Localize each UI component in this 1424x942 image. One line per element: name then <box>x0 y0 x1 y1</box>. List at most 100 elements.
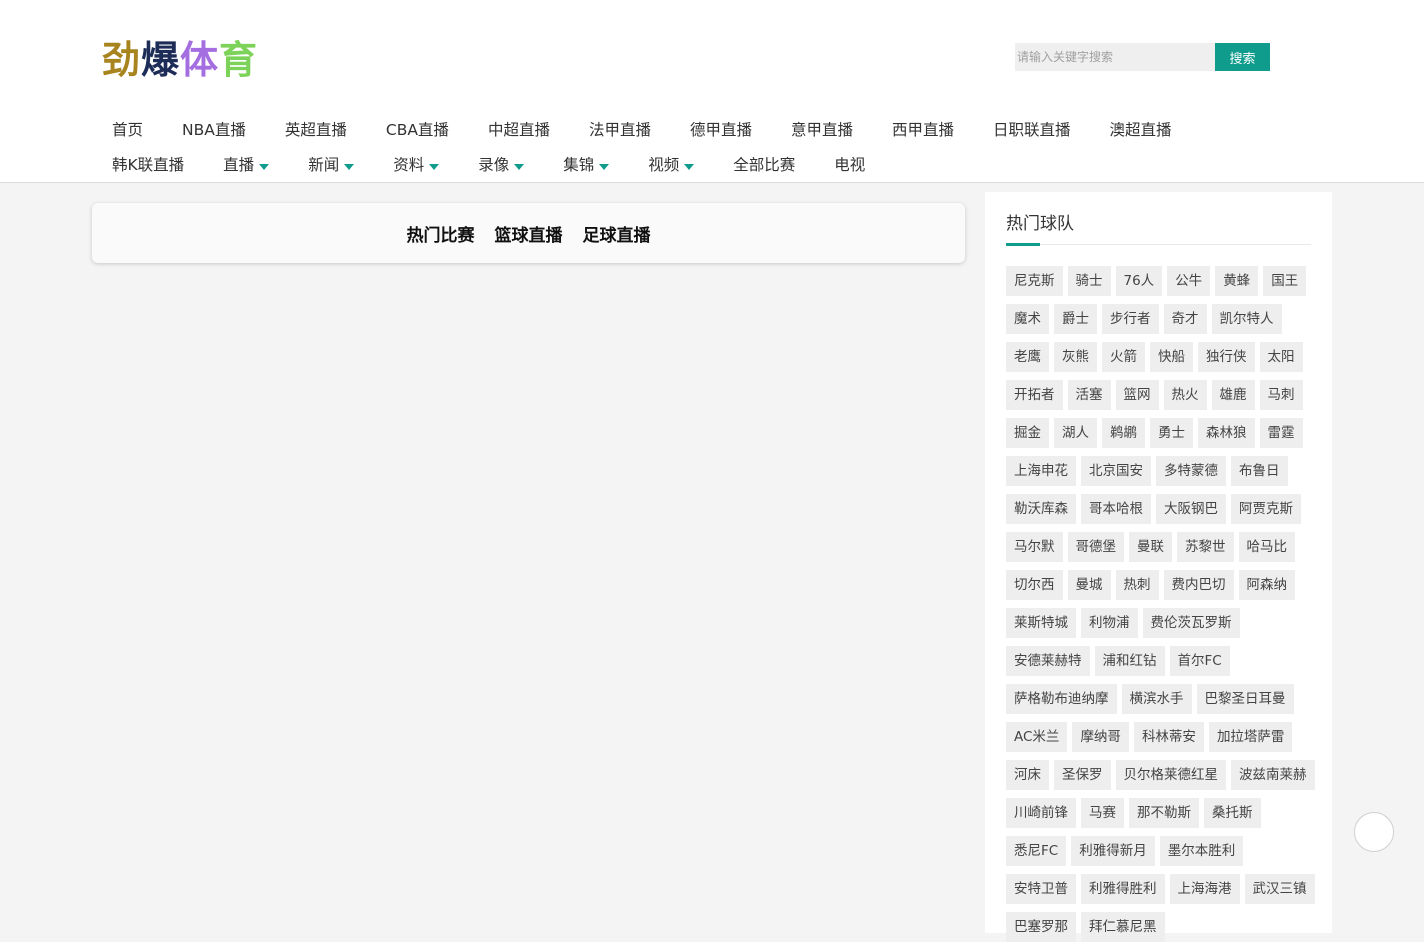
team-tag[interactable]: 哥本哈根 <box>1081 494 1151 524</box>
team-tag[interactable]: 太阳 <box>1259 342 1303 372</box>
team-tag[interactable]: 苏黎世 <box>1177 532 1234 562</box>
team-tag[interactable]: 尼克斯 <box>1006 266 1063 296</box>
team-tag[interactable]: 阿森纳 <box>1238 570 1295 600</box>
team-tag[interactable]: 鹈鹕 <box>1102 418 1145 448</box>
team-tag[interactable]: 老鹰 <box>1006 342 1049 372</box>
tab-hot-matches[interactable]: 热门比赛 <box>407 221 475 246</box>
team-tag[interactable]: 那不勒斯 <box>1129 798 1199 828</box>
nav-item[interactable]: CBA直播 <box>376 119 459 141</box>
nav-item[interactable]: 西甲直播 <box>882 119 964 141</box>
team-tag[interactable]: 墨尔本胜利 <box>1159 836 1244 866</box>
team-tag[interactable]: 利物浦 <box>1081 608 1138 638</box>
team-tag[interactable]: 凯尔特人 <box>1211 304 1282 334</box>
tab-basketball-live[interactable]: 篮球直播 <box>495 221 563 246</box>
nav-item[interactable]: 资料 <box>383 154 449 176</box>
nav-item[interactable]: 录像 <box>468 154 534 176</box>
nav-item[interactable]: 中超直播 <box>478 119 560 141</box>
team-tag[interactable]: 武汉三镇 <box>1244 874 1315 904</box>
team-tag[interactable]: 北京国安 <box>1081 456 1151 486</box>
team-tag[interactable]: 热火 <box>1163 380 1207 410</box>
team-tag[interactable]: 费内巴切 <box>1163 570 1234 600</box>
team-tag[interactable]: 阿贾克斯 <box>1231 494 1301 524</box>
team-tag[interactable]: 川崎前锋 <box>1006 798 1076 828</box>
team-tag[interactable]: 步行者 <box>1102 304 1159 334</box>
team-tag[interactable]: 首尔FC <box>1169 646 1230 676</box>
team-tag[interactable]: 勒沃库森 <box>1006 494 1076 524</box>
team-tag[interactable]: 拜仁慕尼黑 <box>1081 912 1165 942</box>
team-tag[interactable]: 波兹南莱赫 <box>1231 760 1315 790</box>
nav-item[interactable]: NBA直播 <box>172 119 256 141</box>
nav-item[interactable]: 首页 <box>102 119 153 141</box>
team-tag[interactable]: 勇士 <box>1150 418 1193 448</box>
back-to-top-button[interactable] <box>1354 812 1394 852</box>
nav-item[interactable]: 意甲直播 <box>781 119 863 141</box>
team-tag[interactable]: 利雅得胜利 <box>1081 874 1165 904</box>
nav-item[interactable]: 新闻 <box>298 154 364 176</box>
team-tag[interactable]: 掘金 <box>1006 418 1049 448</box>
nav-item[interactable]: 德甲直播 <box>680 119 762 141</box>
team-tag[interactable]: 奇才 <box>1163 304 1207 334</box>
tab-football-live[interactable]: 足球直播 <box>583 221 651 246</box>
team-tag[interactable]: 哈马比 <box>1238 532 1295 562</box>
team-tag[interactable]: 安特卫普 <box>1006 874 1076 904</box>
nav-item[interactable]: 集锦 <box>553 154 619 176</box>
nav-item[interactable]: 全部比赛 <box>723 154 805 176</box>
team-tag[interactable]: 篮网 <box>1115 380 1159 410</box>
team-tag[interactable]: 巴塞罗那 <box>1006 912 1076 942</box>
nav-item[interactable]: 视频 <box>638 154 704 176</box>
team-tag[interactable]: 悉尼FC <box>1006 836 1067 866</box>
team-tag[interactable]: 科林蒂安 <box>1133 722 1204 752</box>
nav-item[interactable]: 韩K联直播 <box>102 154 194 176</box>
nav-item[interactable]: 直播 <box>213 154 279 176</box>
team-tag[interactable]: 火箭 <box>1102 342 1145 372</box>
team-tag[interactable]: AC米兰 <box>1006 722 1068 752</box>
team-tag[interactable]: 上海海港 <box>1169 874 1240 904</box>
team-tag[interactable]: 骑士 <box>1067 266 1111 296</box>
team-tag[interactable]: 哥德堡 <box>1067 532 1124 562</box>
team-tag[interactable]: 灰熊 <box>1054 342 1097 372</box>
team-tag[interactable]: 安德莱赫特 <box>1006 646 1090 676</box>
team-tag[interactable]: 莱斯特城 <box>1006 608 1076 638</box>
team-tag[interactable]: 横滨水手 <box>1121 684 1192 714</box>
team-tag[interactable]: 活塞 <box>1067 380 1111 410</box>
team-tag[interactable]: 热刺 <box>1115 570 1159 600</box>
site-logo[interactable]: 劲爆体育 <box>102 34 258 86</box>
search-button[interactable]: 搜索 <box>1215 43 1270 71</box>
nav-item[interactable]: 法甲直播 <box>579 119 661 141</box>
team-tag[interactable]: 国王 <box>1263 266 1307 296</box>
team-tag[interactable]: 快船 <box>1150 342 1193 372</box>
team-tag[interactable]: 摩纳哥 <box>1072 722 1129 752</box>
nav-item[interactable]: 英超直播 <box>275 119 357 141</box>
team-tag[interactable]: 多特蒙德 <box>1156 456 1226 486</box>
team-tag[interactable]: 利雅得新月 <box>1071 836 1155 866</box>
team-tag[interactable]: 公牛 <box>1167 266 1211 296</box>
team-tag[interactable]: 马尔默 <box>1006 532 1063 562</box>
team-tag[interactable]: 浦和红钻 <box>1094 646 1165 676</box>
team-tag[interactable]: 独行侠 <box>1198 342 1255 372</box>
team-tag[interactable]: 切尔西 <box>1006 570 1063 600</box>
nav-item[interactable]: 电视 <box>824 154 875 176</box>
team-tag[interactable]: 黄蜂 <box>1215 266 1259 296</box>
team-tag[interactable]: 魔术 <box>1006 304 1049 334</box>
search-input[interactable] <box>1015 43 1215 71</box>
team-tag[interactable]: 开拓者 <box>1006 380 1063 410</box>
team-tag[interactable]: 桑托斯 <box>1204 798 1261 828</box>
team-tag[interactable]: 萨格勒布迪纳摩 <box>1006 684 1117 714</box>
nav-item[interactable]: 日职联直播 <box>983 119 1081 141</box>
team-tag[interactable]: 大阪钢巴 <box>1156 494 1226 524</box>
team-tag[interactable]: 马赛 <box>1081 798 1124 828</box>
team-tag[interactable]: 雷霆 <box>1259 418 1303 448</box>
team-tag[interactable]: 费伦茨瓦罗斯 <box>1142 608 1240 638</box>
team-tag[interactable]: 加拉塔萨雷 <box>1208 722 1293 752</box>
team-tag[interactable]: 爵士 <box>1054 304 1097 334</box>
team-tag[interactable]: 贝尔格莱德红星 <box>1115 760 1226 790</box>
team-tag[interactable]: 曼联 <box>1129 532 1172 562</box>
team-tag[interactable]: 森林狼 <box>1198 418 1255 448</box>
team-tag[interactable]: 76人 <box>1115 266 1163 296</box>
team-tag[interactable]: 湖人 <box>1054 418 1097 448</box>
team-tag[interactable]: 曼城 <box>1067 570 1111 600</box>
team-tag[interactable]: 圣保罗 <box>1054 760 1111 790</box>
team-tag[interactable]: 马刺 <box>1259 380 1303 410</box>
team-tag[interactable]: 巴黎圣日耳曼 <box>1196 684 1294 714</box>
team-tag[interactable]: 雄鹿 <box>1211 380 1255 410</box>
